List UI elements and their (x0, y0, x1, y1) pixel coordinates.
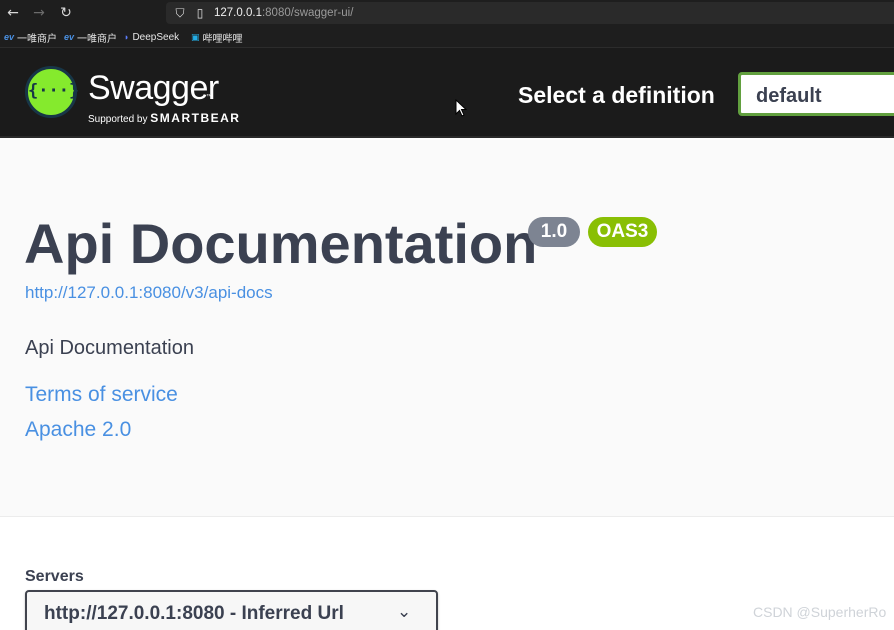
logo-braces: {···} (28, 81, 80, 101)
url-host: 127.0.0.1 (214, 7, 262, 19)
bilibili-tv-icon: ▣ (191, 31, 200, 42)
mouse-cursor-icon (455, 98, 468, 117)
smartbear-label: SMARTBEAR (150, 111, 241, 125)
chevron-down-icon: ⌄ (397, 602, 412, 622)
api-title: Api Documentation (24, 212, 538, 275)
select-definition-label: Select a definition (518, 82, 715, 108)
servers-label: Servers (25, 568, 84, 585)
watermark: CSDN @SuperherRo (753, 604, 887, 620)
license-link[interactable]: Apache 2.0 (25, 418, 131, 442)
bookmark-item[interactable]: ◗ DeepSeek (124, 30, 179, 44)
url-path: :8080/swagger-ui/ (261, 7, 354, 19)
info-section: Api Documentation 1.0 OAS3 http://127.0.… (0, 140, 894, 517)
shield-icon[interactable]: ⛉ (173, 5, 187, 21)
terms-of-service-link[interactable]: Terms of service (25, 383, 178, 407)
trademark-mark: ™ (206, 94, 212, 100)
forward-arrow-icon[interactable]: → (30, 4, 48, 22)
deepseek-whale-icon: ◗ (124, 32, 130, 42)
bookmark-item[interactable]: ev 一唯商户 (4, 30, 58, 45)
bookmark-label: 哔哩哔哩 (202, 33, 243, 45)
bookmark-label: 一唯商户 (77, 33, 118, 45)
swagger-topbar: {···} Swagger ™ Supported by SMARTBEAR S… (0, 48, 894, 138)
browser-toolbar: ← → ↻ ⛉ ▯ 127.0.0.1:8080/swagger-ui/ (0, 0, 894, 26)
page-icon[interactable]: ▯ (193, 5, 207, 21)
oas-badge: OAS3 (588, 217, 657, 247)
url-text[interactable]: 127.0.0.1:8080/swagger-ui/ (214, 6, 353, 20)
servers-select[interactable]: http://127.0.0.1:8080 - Inferred Url ⌄ (25, 590, 438, 630)
version-badge: 1.0 (528, 217, 580, 247)
reload-icon[interactable]: ↻ (57, 4, 75, 22)
servers-select-value: http://127.0.0.1:8080 - Inferred Url (44, 603, 344, 624)
bookmarks-bar: ev 一唯商户 ev 一唯商户 ◗ DeepSeek ▣ 哔哩哔哩 (0, 26, 894, 48)
definition-select-value: default (756, 85, 822, 107)
swagger-logo-icon[interactable]: {···} (25, 66, 80, 118)
api-description: Api Documentation (25, 337, 194, 359)
back-arrow-icon[interactable]: ← (4, 4, 22, 22)
bookmark-label: DeepSeek (132, 31, 180, 43)
supported-by: Supported by SMARTBEAR (88, 111, 240, 125)
brand-name[interactable]: Swagger (88, 68, 219, 108)
bookmark-item[interactable]: ▣ 哔哩哔哩 (191, 30, 243, 45)
api-docs-link[interactable]: http://127.0.0.1:8080/v3/api-docs (25, 283, 273, 303)
bookmark-logo-icon: ev (64, 32, 75, 42)
bookmark-logo-icon: ev (4, 32, 15, 42)
address-bar[interactable]: ⛉ ▯ 127.0.0.1:8080/swagger-ui/ (166, 2, 894, 24)
bookmark-item[interactable]: ev 一唯商户 (64, 30, 118, 45)
bookmark-label: 一唯商户 (17, 33, 58, 45)
supported-by-label: Supported by (88, 114, 148, 125)
definition-select[interactable]: default (738, 72, 894, 116)
